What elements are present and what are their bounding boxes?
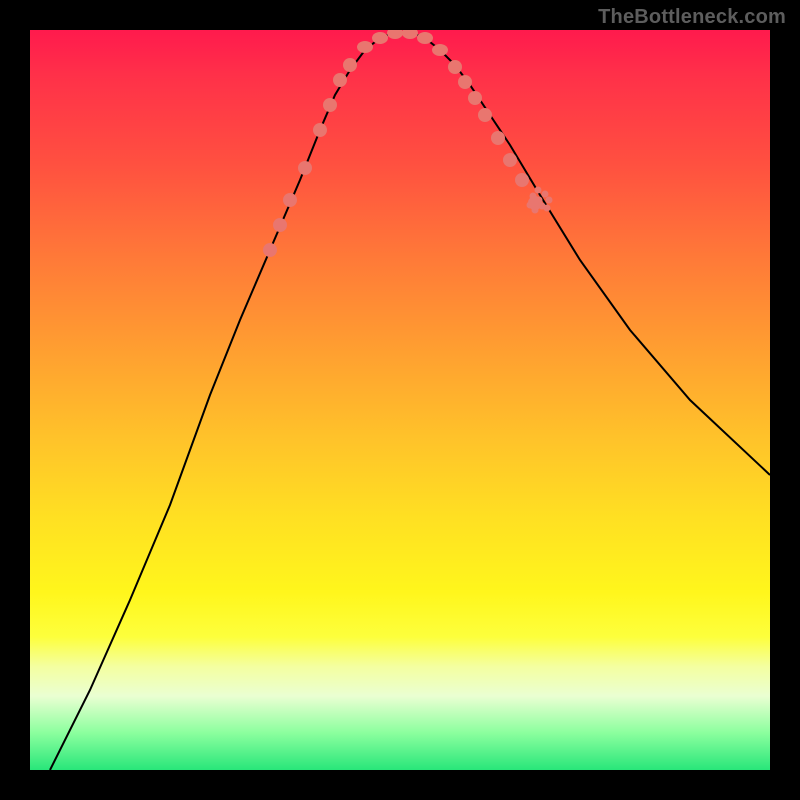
- curve-marker: [402, 30, 418, 39]
- curve-marker: [432, 44, 448, 56]
- curve-marker: [491, 131, 505, 145]
- curve-marker: [263, 243, 277, 257]
- curve-marker: [417, 32, 433, 44]
- curve-marker: [357, 41, 373, 53]
- flame-dot: [536, 197, 543, 204]
- curve-svg: [30, 30, 770, 770]
- plot-area: [30, 30, 770, 770]
- curve-marker: [323, 98, 337, 112]
- flame-dot: [532, 207, 539, 214]
- curve-marker: [313, 123, 327, 137]
- curve-marker: [478, 108, 492, 122]
- markers-bottom-group: [357, 30, 448, 56]
- chart-frame: TheBottleneck.com: [0, 0, 800, 800]
- curve-marker: [387, 30, 403, 39]
- curve-marker: [468, 91, 482, 105]
- curve-marker: [273, 218, 287, 232]
- curve-marker: [343, 58, 357, 72]
- flame-dot: [542, 191, 549, 198]
- watermark-text: TheBottleneck.com: [598, 6, 786, 29]
- curve-marker: [448, 60, 462, 74]
- curve-marker: [283, 193, 297, 207]
- flame-dot: [527, 202, 534, 209]
- curve-marker: [458, 75, 472, 89]
- flame-dot: [535, 187, 542, 194]
- curve-marker: [333, 73, 347, 87]
- curve-marker: [298, 161, 312, 175]
- markers-right-group: [448, 60, 542, 210]
- bottleneck-curve: [50, 32, 770, 770]
- curve-marker: [515, 173, 529, 187]
- flame-dot: [544, 205, 551, 212]
- curve-marker: [372, 32, 388, 44]
- flame-dot: [546, 197, 553, 204]
- curve-marker: [503, 153, 517, 167]
- flame-dot: [530, 193, 537, 200]
